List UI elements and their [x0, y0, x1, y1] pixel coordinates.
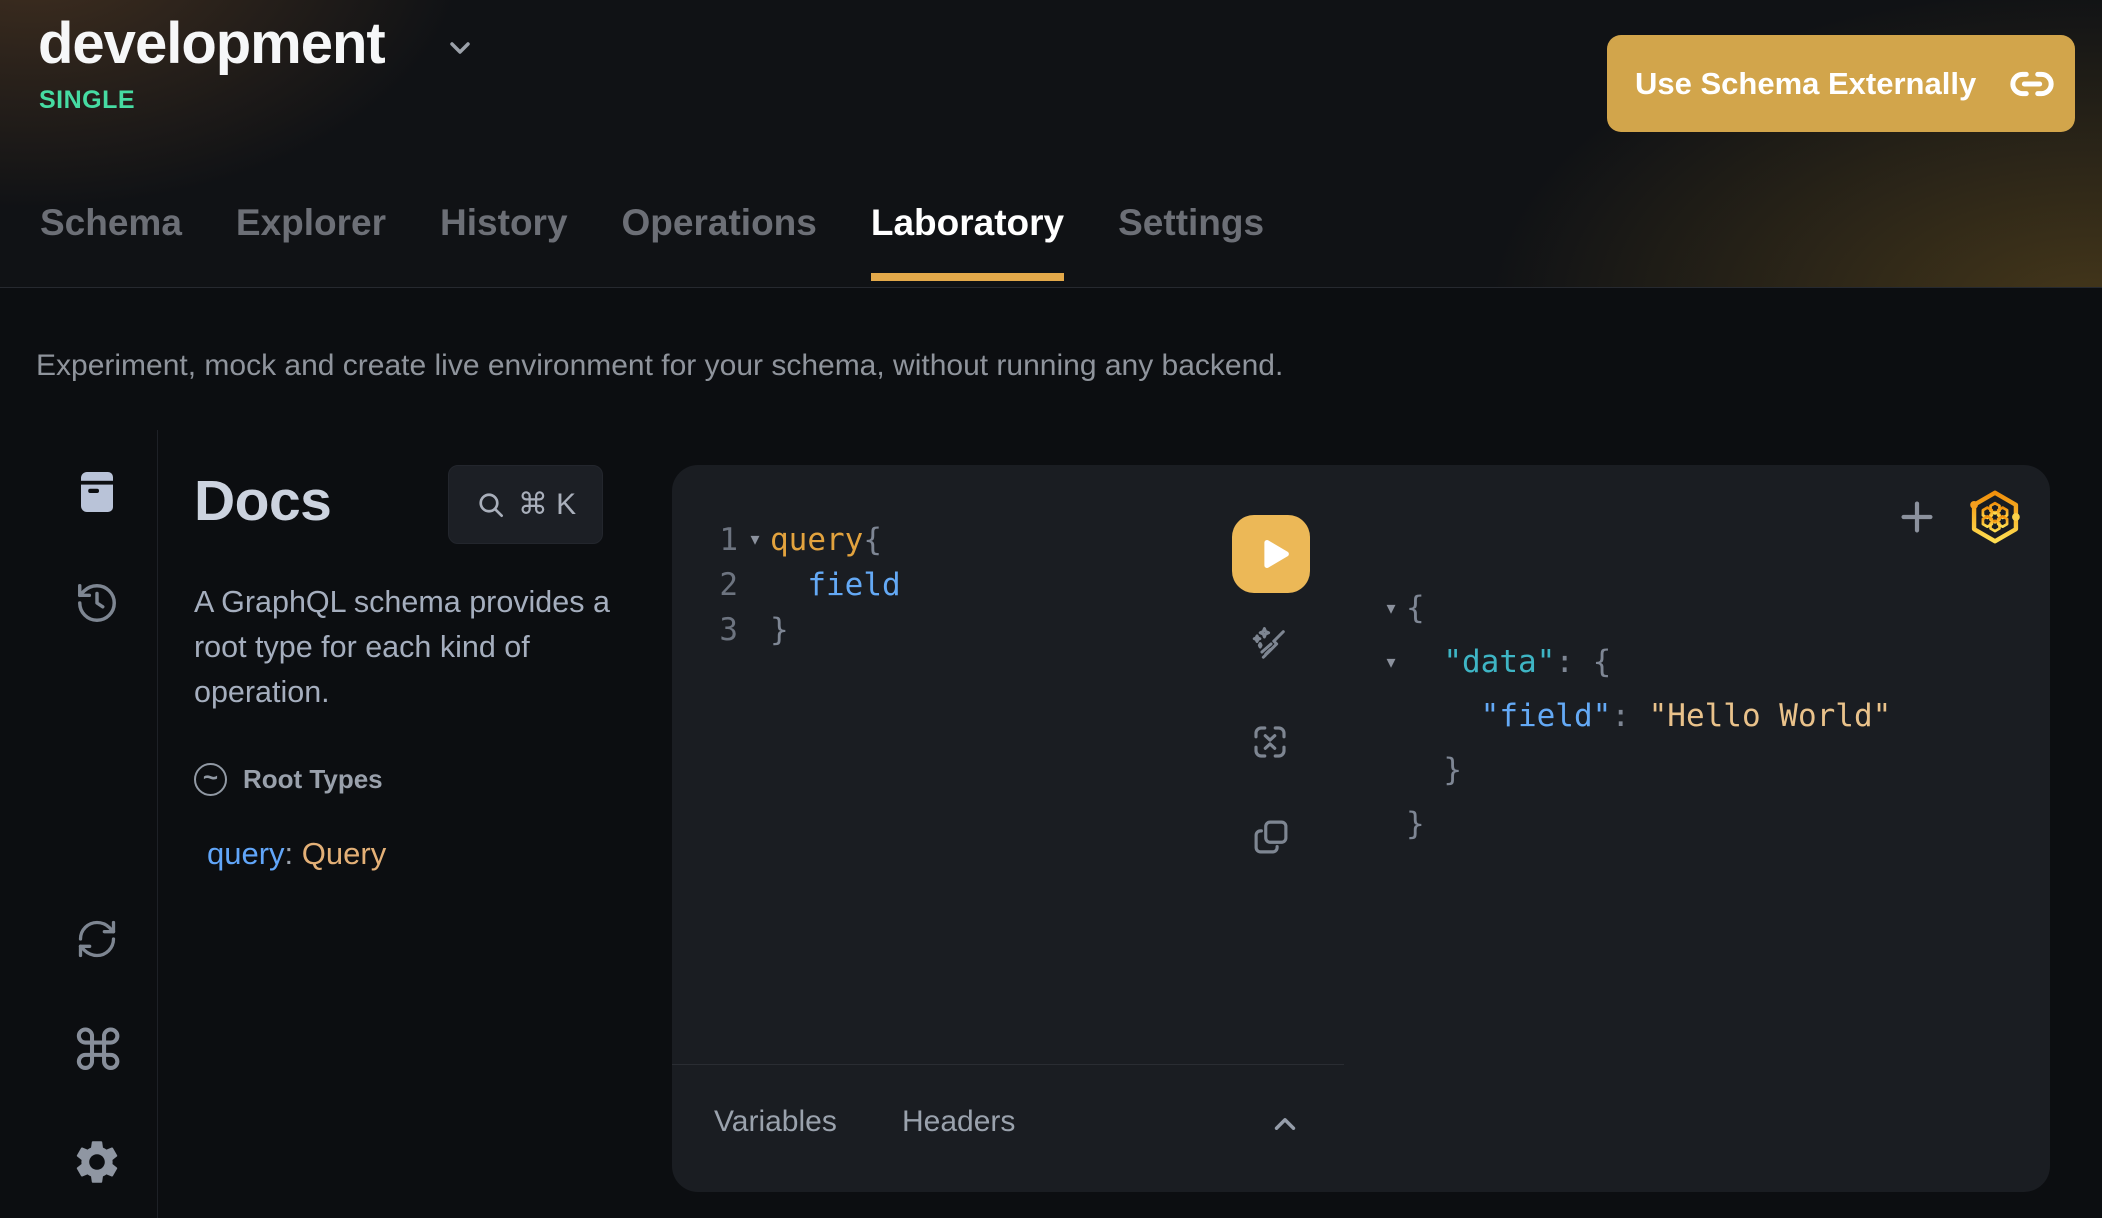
docs-search-button[interactable]: ⌘ K — [448, 465, 603, 544]
link-icon — [2009, 61, 2055, 107]
response-viewer: ▾ { ▾ "data": { "field": "Hello World" }… — [1376, 581, 1891, 851]
page-subtitle: Experiment, mock and create live environ… — [36, 349, 1283, 383]
header: development SINGLE Use Schema Externally… — [0, 0, 2102, 288]
response-line: } — [1376, 797, 1891, 851]
tab-explorer[interactable]: Explorer — [236, 202, 386, 281]
operation-panel: 1 ▾ query{ 2 field 3 } — [672, 465, 2050, 1192]
add-tab-icon[interactable] — [1894, 494, 1940, 540]
tab-headers[interactable]: Headers — [902, 1105, 1015, 1139]
tab-bar: Schema Explorer History Operations Labor… — [40, 202, 1264, 281]
response-line: "field": "Hello World" — [1376, 689, 1891, 743]
execute-query-button[interactable] — [1232, 515, 1310, 593]
root-type-type-link[interactable]: Query — [302, 836, 386, 871]
play-icon — [1253, 533, 1295, 575]
tab-laboratory[interactable]: Laboratory — [871, 202, 1064, 281]
search-icon — [475, 489, 507, 521]
root-type-entry: query: Query — [207, 836, 386, 872]
response-line: ▾ "data": { — [1376, 635, 1891, 689]
root-types-icon: ~ — [194, 763, 227, 796]
copy-icon[interactable] — [1250, 816, 1292, 858]
refresh-icon[interactable] — [75, 917, 119, 961]
query-editor[interactable]: 1 ▾ query{ 2 field 3 } — [712, 517, 901, 652]
merge-fragments-icon[interactable] — [1249, 721, 1291, 763]
root-type-separator: : — [285, 836, 302, 871]
history-clock-icon[interactable] — [74, 580, 120, 626]
response-line: } — [1376, 743, 1891, 797]
page-title: development — [38, 10, 385, 77]
docs-title: Docs — [194, 468, 331, 534]
environment-badge: SINGLE — [39, 86, 135, 115]
docs-description: A GraphQL schema provides a root type fo… — [194, 580, 642, 715]
tab-operations[interactable]: Operations — [622, 202, 817, 281]
root-type-query-link[interactable]: query — [207, 836, 285, 871]
editor-line: 3 } — [712, 607, 901, 652]
editor-line: 2 field — [712, 562, 901, 607]
command-shortcuts-icon[interactable]: ⌘ — [68, 1022, 128, 1082]
line-number: 1 — [712, 522, 738, 558]
tab-variables[interactable]: Variables — [714, 1105, 837, 1139]
fold-arrow-icon[interactable]: ▾ — [1376, 598, 1406, 619]
line-number: 2 — [712, 567, 738, 603]
laboratory-page: development SINGLE Use Schema Externally… — [0, 0, 2102, 1218]
docs-book-icon[interactable] — [73, 468, 121, 516]
hive-logo-icon[interactable] — [1964, 486, 2026, 548]
root-types-section: ~ Root Types — [194, 763, 383, 796]
editor-line: 1 ▾ query{ — [712, 517, 901, 562]
root-types-label: Root Types — [243, 764, 383, 795]
search-shortcut-label: ⌘ K — [518, 487, 576, 522]
response-line: ▾ { — [1376, 581, 1891, 635]
settings-gear-icon[interactable] — [71, 1136, 123, 1188]
tab-history[interactable]: History — [440, 202, 567, 281]
use-schema-label: Use Schema Externally — [1635, 66, 1976, 102]
chevron-down-icon[interactable] — [444, 32, 476, 64]
editor-footer-divider — [672, 1064, 1344, 1065]
prettify-icon[interactable] — [1249, 624, 1291, 666]
tab-settings[interactable]: Settings — [1118, 202, 1264, 281]
line-number: 3 — [712, 612, 738, 648]
use-schema-externally-button[interactable]: Use Schema Externally — [1607, 35, 2075, 132]
tab-schema[interactable]: Schema — [40, 202, 182, 281]
fold-arrow-icon[interactable]: ▾ — [1376, 652, 1406, 673]
sidebar-divider — [157, 430, 158, 1218]
fold-arrow-icon[interactable]: ▾ — [740, 529, 770, 550]
chevron-up-icon[interactable] — [1268, 1107, 1302, 1141]
